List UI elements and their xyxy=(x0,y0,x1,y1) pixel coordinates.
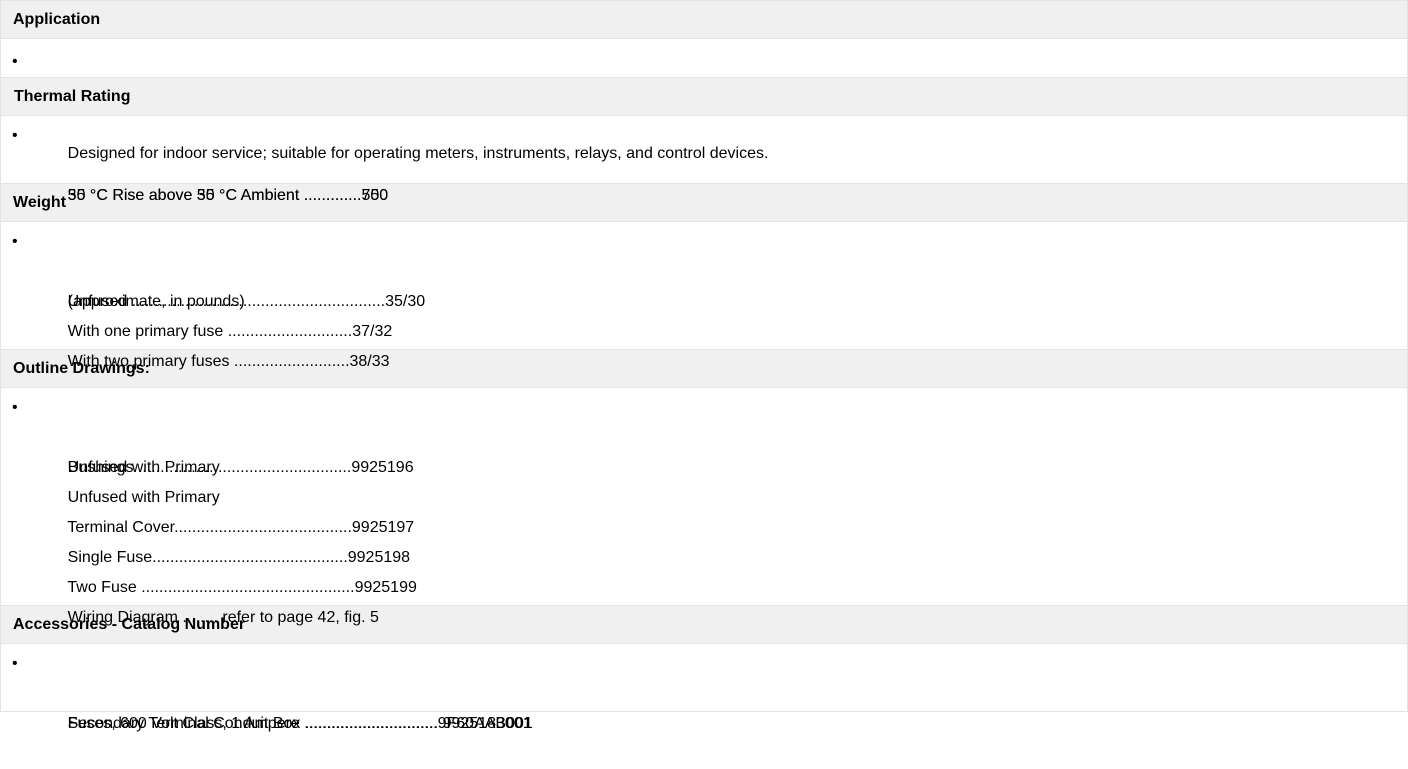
list-item-text: 30 °C Rise above 55 °C Ambient .........… xyxy=(67,187,389,204)
section-body-weight: • (approximate, in pounds) Unfused .....… xyxy=(1,222,1407,370)
bullet: • xyxy=(12,399,18,416)
section-body-outline-drawings: • Unfused with Primary Bushings ........… xyxy=(1,388,1407,626)
list-item: • (approximate, in pounds) xyxy=(1,227,1407,310)
list-item: • Designed for indoor service; suitable … xyxy=(1,39,1407,162)
list-item: • Fuses, 600 Volt Class, 1 Ampere ......… xyxy=(1,649,1407,732)
list-item-text: Wiring Diagram ........ refer to page 42… xyxy=(67,609,379,626)
section-body-accessories: • Fuses, 600 Volt Class, 1 Ampere ......… xyxy=(1,644,1407,732)
list-item: Bushings ...............................… xyxy=(1,423,1407,476)
spec-table: Application • Designed for indoor servic… xyxy=(0,0,1408,732)
list-item: With two primary fuses .................… xyxy=(1,317,1407,370)
list-item: Unfused with Primary xyxy=(1,453,1407,506)
bullet: • xyxy=(12,53,18,70)
list-item: • Unfused with Primary xyxy=(1,393,1407,476)
list-item: Unfused ................................… xyxy=(1,257,1407,310)
list-item: Terminal Cover..........................… xyxy=(1,483,1407,536)
list-item: Single Fuse.............................… xyxy=(1,513,1407,566)
bullet: • xyxy=(12,127,18,144)
list-item: 30 °C Rise above 55 °C Ambient .........… xyxy=(1,151,1407,204)
list-item: Wiring Diagram ........ refer to page 42… xyxy=(1,573,1407,626)
list-item: With one primary fuse ..................… xyxy=(1,287,1407,340)
list-item: Secondary Terminal Conduit Box .........… xyxy=(1,679,1407,732)
section-header-application: Application xyxy=(1,1,1407,39)
section-body-application: • Designed for indoor service; suitable … xyxy=(1,39,1407,162)
list-item-text: With two primary fuses .................… xyxy=(67,353,390,370)
list-item: Two Fuse ...............................… xyxy=(1,543,1407,596)
list-item: • 55 °C Rise above 30 °C Ambient .......… xyxy=(1,121,1407,204)
section-header-thermal-rating: Thermal Rating xyxy=(1,78,1407,116)
bullet: • xyxy=(12,233,18,250)
section-body-thermal-rating: • 55 °C Rise above 30 °C Ambient .......… xyxy=(1,116,1407,204)
bullet: • xyxy=(12,655,18,672)
